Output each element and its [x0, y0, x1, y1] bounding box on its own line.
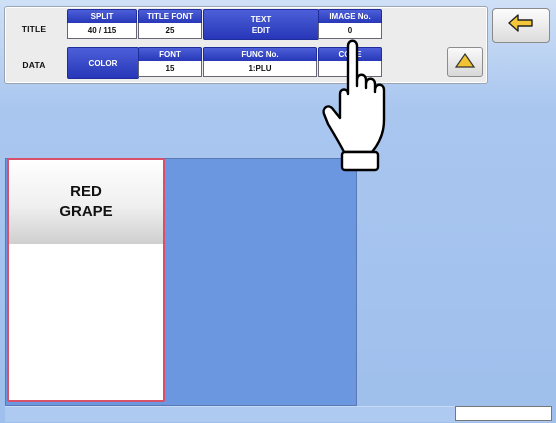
font-header: FONT [138, 47, 202, 61]
pointing-hand-icon [322, 39, 386, 172]
data-row-label: DATA [22, 60, 46, 70]
bottom-indicator [455, 406, 552, 421]
plu-key-red-grape[interactable]: RED GRAPE [7, 158, 165, 402]
title-font-header: TITLE FONT [138, 9, 202, 23]
split-field[interactable]: SPLIT 40 / 115 [67, 9, 137, 39]
color-button[interactable]: COLOR [67, 47, 139, 79]
color-label: COLOR [88, 58, 118, 68]
title-font-value[interactable]: 25 [138, 23, 202, 39]
split-value[interactable]: 40 / 115 [67, 23, 137, 39]
func-no-value[interactable]: 1:PLU [203, 61, 317, 77]
back-button[interactable] [492, 8, 550, 43]
font-field[interactable]: FONT 15 [138, 47, 202, 77]
split-header: SPLIT [67, 9, 137, 23]
scroll-up-button[interactable] [447, 47, 483, 77]
title-row-label: TITLE [21, 24, 47, 34]
plu-key-line2: GRAPE [59, 203, 113, 220]
func-no-header: FUNC No. [203, 47, 317, 61]
text-edit-button[interactable]: TEXT EDIT [203, 9, 319, 40]
image-no-header: IMAGE No. [318, 9, 382, 23]
plu-key-line1: RED [70, 183, 102, 200]
font-value[interactable]: 15 [138, 61, 202, 77]
text-edit-line2: EDIT [251, 25, 271, 35]
text-edit-line1: TEXT [250, 14, 272, 24]
triangle-up-icon [454, 52, 476, 68]
settings-panel: TITLE DATA SPLIT 40 / 115 TITLE FONT 25 … [4, 6, 488, 84]
plu-key-label: RED GRAPE [9, 160, 163, 244]
title-font-field[interactable]: TITLE FONT 25 [138, 9, 202, 39]
return-arrow-icon [508, 14, 533, 32]
func-no-field[interactable]: FUNC No. 1:PLU [203, 47, 317, 77]
